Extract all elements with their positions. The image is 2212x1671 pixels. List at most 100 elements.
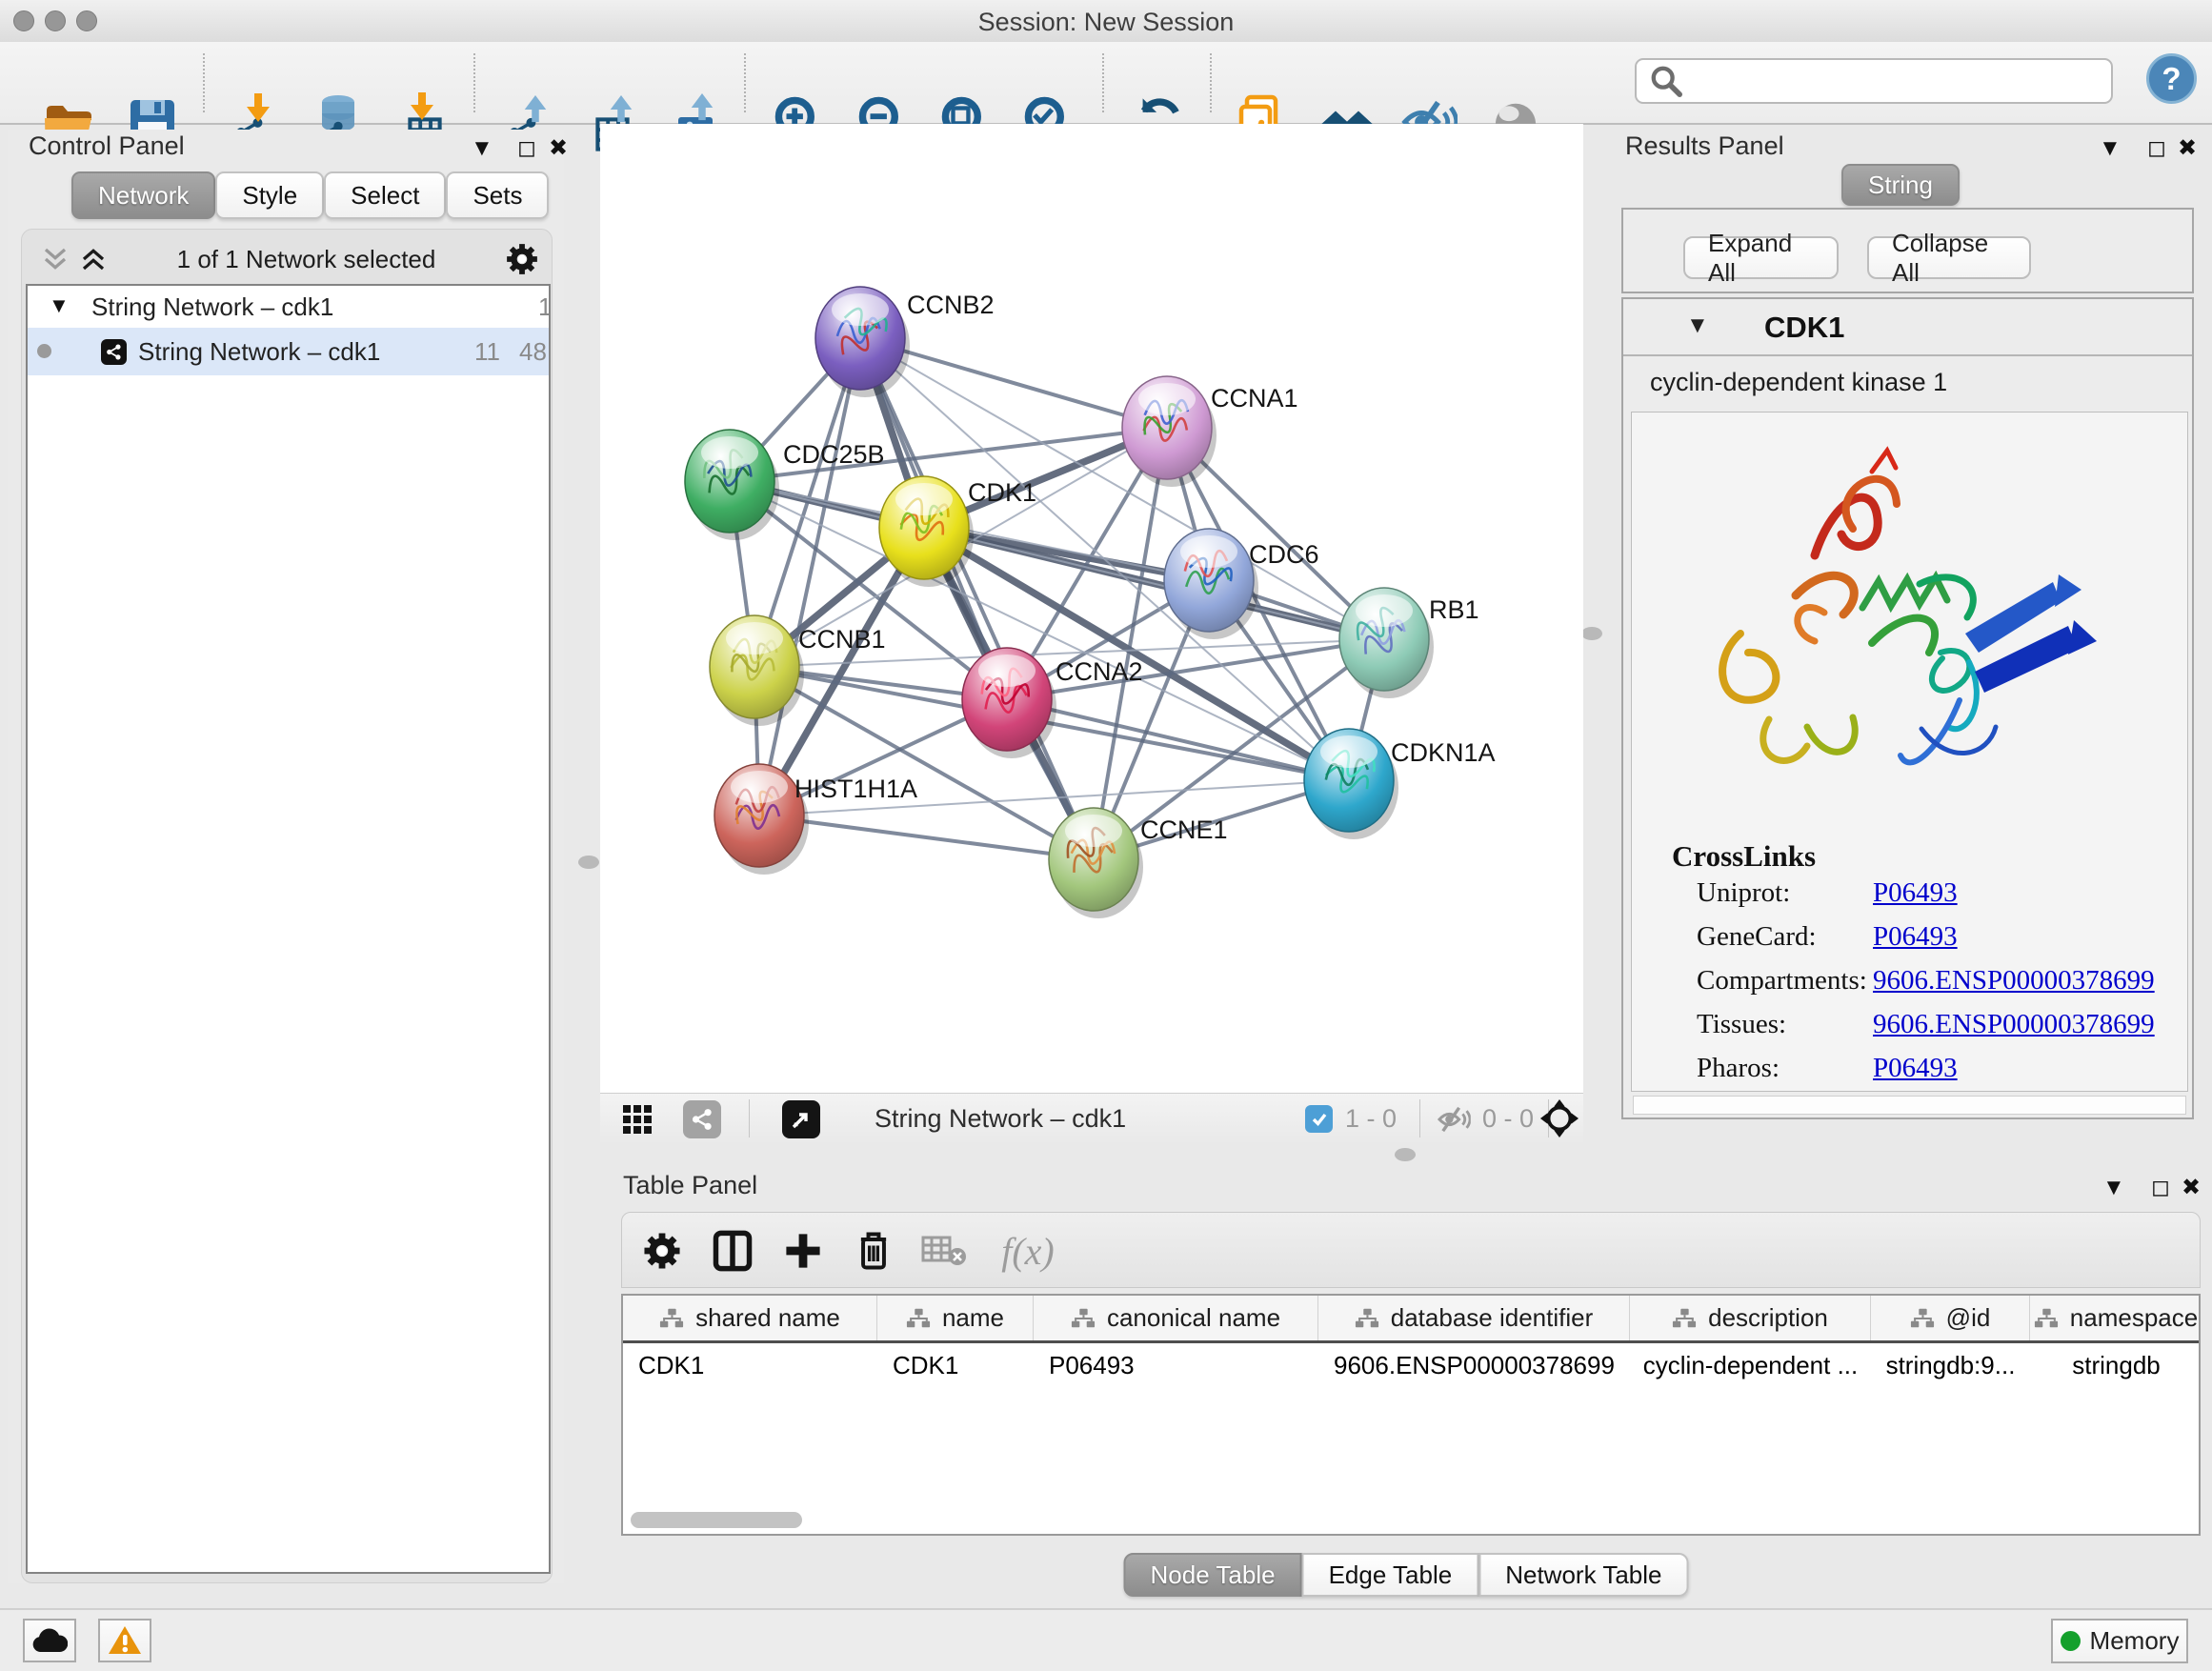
- birds-eye-view-icon[interactable]: [782, 1100, 820, 1138]
- table-panel-float-icon[interactable]: ◻: [2151, 1175, 2170, 1201]
- control-panel-close-icon[interactable]: ✖: [549, 135, 568, 162]
- table-panel-close-icon[interactable]: ✖: [2182, 1175, 2201, 1201]
- network-node-CDC25B[interactable]: [685, 430, 779, 540]
- network-options-gear-icon[interactable]: [505, 242, 539, 276]
- title-bar: Session: New Session: [0, 0, 2212, 43]
- collection-label: String Network – cdk1: [91, 292, 333, 322]
- help-button[interactable]: ?: [2146, 53, 2197, 104]
- network-edge-count: 48: [519, 337, 547, 367]
- table-cell[interactable]: stringdb:9...: [1871, 1346, 2030, 1384]
- network-node-CCNE1[interactable]: [1049, 808, 1143, 918]
- search-input[interactable]: [1692, 63, 2111, 99]
- string-badge-icon[interactable]: [683, 1100, 721, 1138]
- results-panel-collapse-icon[interactable]: ▼: [2099, 135, 2122, 162]
- column-header-database-identifier[interactable]: database identifier: [1318, 1296, 1630, 1340]
- crosslink-link[interactable]: 9606.ENSP00000378699: [1873, 965, 2155, 997]
- network-node-CCNB2[interactable]: [815, 287, 910, 397]
- network-view-canvas[interactable]: CCNB2CCNA1CDC25BCDK1CDC6RB1CCNB1CCNA2CDK…: [600, 124, 1583, 1093]
- show-columns-icon[interactable]: [708, 1226, 757, 1276]
- table-cell[interactable]: 9606.ENSP00000378699: [1318, 1346, 1630, 1384]
- crosslink-row: Compartments:9606.ENSP00000378699: [1697, 965, 2173, 997]
- table-horizontal-scrollbar[interactable]: [631, 1512, 802, 1528]
- add-column-icon[interactable]: [778, 1226, 828, 1276]
- results-panel: Results Panel ▼ ◻ ✖ String Expand All Co…: [1599, 124, 2202, 1148]
- network-edge-CCNB2-HIST1H1A[interactable]: [759, 338, 860, 815]
- results-panel-float-icon[interactable]: ◻: [2147, 135, 2166, 162]
- attribute-tree-icon: [659, 1307, 684, 1330]
- node-label-CCNB1: CCNB1: [798, 625, 886, 654]
- entry-expand-icon[interactable]: ▼: [1686, 312, 1709, 339]
- column-header-description[interactable]: description: [1630, 1296, 1871, 1340]
- crosslink-row: Uniprot:P06493: [1697, 877, 2173, 909]
- tab-network[interactable]: Network: [71, 171, 215, 219]
- grid-view-icon[interactable]: [622, 1104, 653, 1135]
- column-header-shared-name[interactable]: shared name: [623, 1296, 877, 1340]
- results-panel-close-icon[interactable]: ✖: [2178, 135, 2197, 162]
- table-panel-collapse-icon[interactable]: ▼: [2102, 1175, 2125, 1201]
- table-options-gear-icon[interactable]: [637, 1226, 687, 1276]
- selected-nodes-checkbox[interactable]: [1305, 1105, 1333, 1133]
- network-node-RB1[interactable]: [1339, 588, 1434, 698]
- table-cell[interactable]: CDK1: [623, 1346, 877, 1384]
- attribute-tree-icon: [1910, 1307, 1935, 1330]
- column-header-namespace[interactable]: namespace: [2030, 1296, 2201, 1340]
- control-panel-collapse-icon[interactable]: ▼: [471, 135, 493, 162]
- tab-node-table[interactable]: Node Table: [1124, 1553, 1302, 1597]
- tab-sets[interactable]: Sets: [446, 171, 549, 219]
- crosslink-row: GeneCard:P06493: [1697, 921, 2173, 953]
- memory-button[interactable]: Memory: [2051, 1619, 2188, 1663]
- crosslink-link[interactable]: P06493: [1873, 921, 1958, 953]
- expand-all-button[interactable]: Expand All: [1683, 236, 1839, 279]
- tab-style[interactable]: Style: [215, 171, 324, 219]
- fit-selected-crosshair-icon[interactable]: [1539, 1098, 1579, 1138]
- cloud-status-button[interactable]: [23, 1619, 76, 1662]
- crosslink-label: Tissues:: [1697, 1009, 1786, 1039]
- warnings-button[interactable]: [98, 1619, 151, 1662]
- delete-column-icon[interactable]: [849, 1226, 898, 1276]
- column-header-canonical-name[interactable]: canonical name: [1034, 1296, 1318, 1340]
- window-title: Session: New Session: [0, 8, 2212, 37]
- network-title-status: String Network – cdk1: [875, 1104, 1126, 1134]
- horizontal-splitter-handle[interactable]: [1395, 1148, 1416, 1161]
- cloud-icon: [31, 1627, 68, 1654]
- table-cell[interactable]: P06493: [1034, 1346, 1318, 1384]
- column-header--id[interactable]: @id: [1871, 1296, 2030, 1340]
- network-collection-row[interactable]: ▼ String Network – cdk1 1: [28, 286, 549, 328]
- crosslink-link[interactable]: 9606.ENSP00000378699: [1873, 1009, 2155, 1040]
- network-label: String Network – cdk1: [138, 337, 380, 367]
- hidden-elements-icon[interactable]: [1437, 1105, 1471, 1134]
- table-cell[interactable]: stringdb: [2030, 1346, 2201, 1384]
- attribute-tree-icon: [1672, 1307, 1697, 1330]
- tab-string[interactable]: String: [1841, 164, 1960, 206]
- network-node-CCNA2[interactable]: [962, 648, 1056, 758]
- crosslink-row: Tissues: 9606.ENSP00000378699: [1697, 1009, 2173, 1040]
- tab-select[interactable]: Select: [324, 171, 446, 219]
- table-panel: Table Panel ▼ ◻ ✖ f(x) sh: [600, 1167, 2212, 1610]
- table-cell[interactable]: CDK1: [877, 1346, 1034, 1384]
- collapse-all-button[interactable]: Collapse All: [1867, 236, 2031, 279]
- control-panel-float-icon[interactable]: ◻: [517, 135, 536, 162]
- left-splitter-handle[interactable]: [578, 856, 599, 869]
- collapse-all-icon[interactable]: [41, 245, 70, 273]
- node-label-CCNE1: CCNE1: [1140, 815, 1228, 844]
- crosslink-link[interactable]: P06493: [1873, 877, 1958, 909]
- network-node-CDKN1A[interactable]: [1304, 729, 1398, 839]
- entry-header[interactable]: ▼ CDK1: [1623, 299, 2192, 356]
- column-header-name[interactable]: name: [877, 1296, 1034, 1340]
- delete-table-icon[interactable]: [919, 1226, 969, 1276]
- network-row-selected[interactable]: String Network – cdk1 11 48: [28, 328, 549, 375]
- network-node-CDK1[interactable]: [879, 476, 974, 587]
- expand-all-icon[interactable]: [79, 245, 108, 273]
- entry-detail-box: CrossLinks Uniprot:P06493GeneCard:P06493…: [1631, 412, 2188, 1092]
- network-node-CCNB1[interactable]: [710, 615, 804, 726]
- tab-edge-table[interactable]: Edge Table: [1302, 1553, 1479, 1597]
- network-edge-CCNE1-HIST1H1A[interactable]: [759, 815, 1094, 859]
- tab-network-table[interactable]: Network Table: [1478, 1553, 1688, 1597]
- network-node-CDC6[interactable]: [1164, 529, 1258, 639]
- collection-expand-icon[interactable]: ▼: [49, 293, 70, 318]
- table-cell[interactable]: cyclin-dependent ...: [1630, 1346, 1871, 1384]
- function-builder-icon[interactable]: f(x): [990, 1226, 1066, 1276]
- crosslink-link[interactable]: P06493: [1873, 1053, 1958, 1084]
- network-edge-CCNA2-CDKN1A[interactable]: [1007, 699, 1349, 780]
- network-node-CCNA1[interactable]: [1122, 376, 1217, 487]
